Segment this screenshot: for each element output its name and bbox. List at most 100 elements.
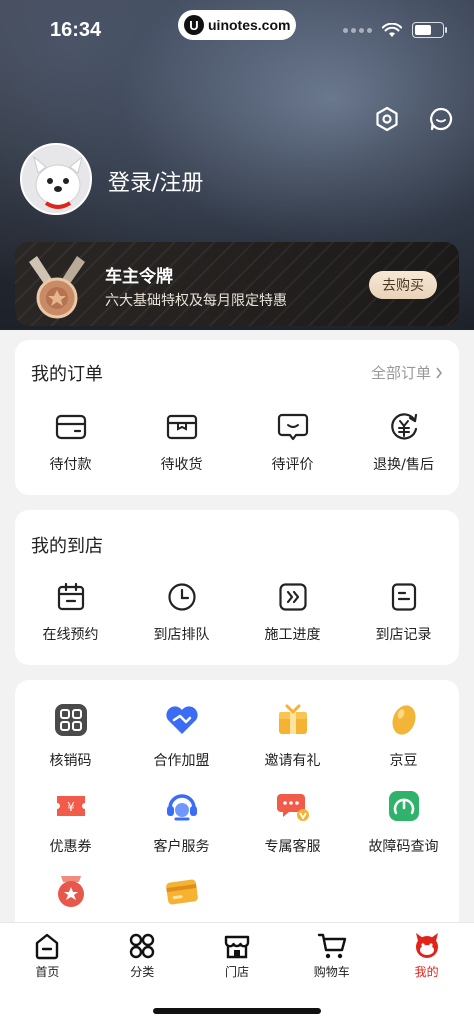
- service-label: 合作加盟: [153, 753, 210, 769]
- card-icon: [165, 879, 198, 905]
- store-queue[interactable]: 到店排队: [126, 580, 237, 644]
- fault-code-lookup[interactable]: 故障码查询: [348, 788, 459, 856]
- status-time: 16:34: [50, 19, 102, 41]
- service-label: 优惠券: [49, 839, 92, 855]
- order-item-label: 退换/售后: [373, 457, 434, 473]
- store-item-label: 到店记录: [375, 627, 432, 643]
- tab-home[interactable]: 首页: [0, 923, 95, 985]
- url-text: uinotes.com: [208, 17, 291, 33]
- store-item-label: 在线预约: [42, 627, 99, 643]
- home-icon: [32, 931, 62, 961]
- store-visit-card: 我的到店 在线预约 到店排队 施工进度 到店记录: [15, 510, 459, 665]
- jd-beans[interactable]: 京豆: [348, 702, 459, 770]
- card-service[interactable]: [126, 874, 237, 922]
- order-refund-aftersale[interactable]: 退换/售后: [348, 410, 459, 474]
- services-row-3: [15, 874, 459, 922]
- coupon-icon: ¥: [56, 796, 85, 816]
- coupons[interactable]: ¥ 优惠券: [15, 788, 126, 856]
- calendar-icon: [54, 580, 88, 614]
- handshake-icon: [165, 706, 198, 734]
- tab-category[interactable]: 分类: [95, 923, 190, 985]
- category-icon: [127, 931, 157, 961]
- gift-icon: [278, 704, 307, 734]
- visit-records[interactable]: 到店记录: [348, 580, 459, 644]
- orders-grid: 待付款 待收货 待评价 退换/售后: [15, 410, 459, 474]
- refund-icon: [387, 410, 421, 444]
- tab-cart[interactable]: 购物车: [284, 923, 379, 985]
- status-bar: 16:34 U uinotes.com: [0, 0, 474, 60]
- medal-badge-icon: [57, 876, 84, 907]
- comment-icon: [276, 410, 310, 444]
- orders-title: 我的订单: [31, 364, 103, 385]
- vip-token-card[interactable]: 车主令牌 六大基础特权及每月限定特惠 去购买: [15, 242, 459, 326]
- service-label: 专属客服: [264, 839, 321, 855]
- battery-icon: [412, 22, 447, 38]
- status-icons: [343, 22, 447, 38]
- all-orders-label: 全部订单: [370, 364, 431, 382]
- service-label: 京豆: [389, 753, 418, 769]
- mascot-icon: [412, 931, 442, 961]
- invite-reward[interactable]: 邀请有礼: [237, 702, 348, 770]
- order-item-label: 待收货: [160, 457, 203, 473]
- wallet-icon: [54, 410, 88, 444]
- chevron-right-icon: [436, 367, 443, 378]
- services-card: 核销码 合作加盟 邀请有礼 京豆 ¥ 优惠券 客户服务 专属客服 故障码查询: [15, 680, 459, 940]
- headset-icon: [166, 794, 197, 821]
- tab-label: 首页: [35, 965, 60, 979]
- order-pending-receipt[interactable]: 待收货: [126, 410, 237, 474]
- buy-button[interactable]: 去购买: [369, 271, 437, 299]
- home-indicator: [153, 1008, 321, 1014]
- tab-label: 分类: [130, 965, 155, 979]
- all-orders-link[interactable]: 全部订单: [371, 362, 443, 383]
- tab-mine[interactable]: 我的: [379, 923, 474, 985]
- order-item-label: 待评价: [271, 457, 314, 473]
- customer-service[interactable]: 客户服务: [126, 788, 237, 856]
- member-badge[interactable]: [15, 874, 126, 922]
- signal-icon: [343, 27, 372, 33]
- vip-title: 车主令牌: [105, 267, 173, 287]
- login-register-link[interactable]: 登录/注册: [108, 165, 203, 197]
- order-pending-review[interactable]: 待评价: [237, 410, 348, 474]
- store-visit-title: 我的到店: [31, 536, 103, 557]
- service-label: 邀请有礼: [264, 753, 321, 769]
- work-progress[interactable]: 施工进度: [237, 580, 348, 644]
- store-item-label: 到店排队: [153, 627, 210, 643]
- service-label: 故障码查询: [368, 839, 439, 855]
- tab-label: 门店: [224, 965, 249, 979]
- package-icon: [165, 410, 199, 444]
- hexagon-settings-icon[interactable]: [372, 104, 402, 134]
- record-icon: [387, 580, 421, 614]
- orders-card: 我的订单 全部订单 待付款 待收货 待评价 退换/售后: [15, 340, 459, 495]
- service-label: 客户服务: [153, 839, 210, 855]
- medal-icon: [29, 256, 85, 319]
- exclusive-service[interactable]: 专属客服: [237, 788, 348, 856]
- store-visit-grid: 在线预约 到店排队 施工进度 到店记录: [15, 580, 459, 644]
- cart-icon: [317, 931, 347, 961]
- bean-icon: [391, 705, 416, 735]
- order-item-label: 待付款: [49, 457, 92, 473]
- store-icon: [222, 931, 252, 961]
- service-label: 核销码: [49, 753, 92, 769]
- clock-icon: [165, 580, 199, 614]
- url-pill: U uinotes.com: [178, 10, 296, 40]
- header-actions: [372, 104, 456, 134]
- franchise[interactable]: 合作加盟: [126, 702, 237, 770]
- tab-label: 购物车: [313, 965, 350, 979]
- qrcode-icon: [54, 704, 87, 736]
- svg-text:¥: ¥: [67, 800, 75, 814]
- online-booking[interactable]: 在线预约: [15, 580, 126, 644]
- vip-subtitle: 六大基础特权及每月限定特惠: [105, 293, 287, 309]
- wifi-icon: [382, 22, 402, 37]
- redeem-code[interactable]: 核销码: [15, 702, 126, 770]
- store-item-label: 施工进度: [264, 627, 321, 643]
- vip-chat-icon: [276, 794, 309, 821]
- order-pending-payment[interactable]: 待付款: [15, 410, 126, 474]
- progress-icon: [276, 580, 310, 614]
- avatar[interactable]: [20, 143, 92, 215]
- services-row-2: ¥ 优惠券 客户服务 专属客服 故障码查询: [15, 788, 459, 856]
- tab-store[interactable]: 门店: [190, 923, 285, 985]
- site-logo-icon: U: [184, 15, 204, 35]
- message-bubble-icon[interactable]: [426, 104, 456, 134]
- gauge-icon: [388, 791, 419, 821]
- services-row-1: 核销码 合作加盟 邀请有礼 京豆: [15, 702, 459, 770]
